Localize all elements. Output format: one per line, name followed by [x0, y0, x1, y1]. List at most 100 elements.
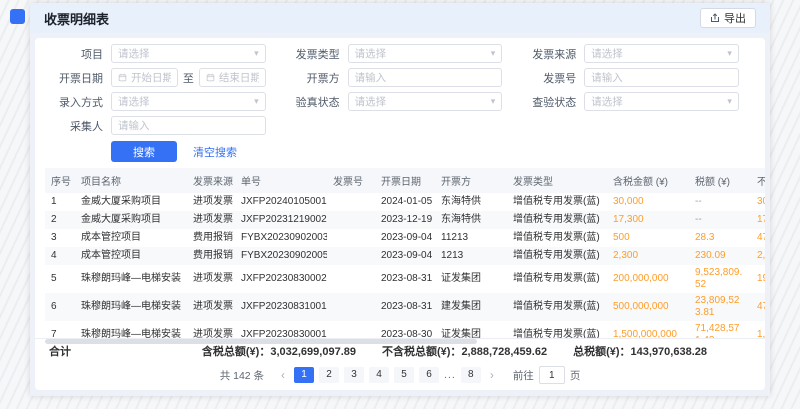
- filter-field-project: 项目请选择▾: [45, 44, 282, 63]
- export-button[interactable]: 导出: [700, 8, 756, 28]
- filter-actions: 搜索 清空搜索: [35, 140, 765, 168]
- report-card: 项目请选择▾发票类型请选择▾发票来源请选择▾开票日期开始日期至结束日期开票方请输…: [35, 38, 765, 390]
- page-button-6[interactable]: 6: [419, 367, 439, 383]
- table-row: 1金威大厦采购项目进项发票JXFP202401050012024-01-05东海…: [45, 193, 765, 211]
- filter-label: 采集人: [45, 118, 103, 134]
- goto-page: 前往页: [513, 366, 581, 384]
- table-row: 7珠穆朗玛峰—电梯安装进项发票JXFP202308300012023-08-30…: [45, 321, 765, 338]
- table-cell: 5: [45, 265, 75, 293]
- table-cell: 1,428,571,428.57: [751, 321, 765, 338]
- table-cell: 30,000: [607, 193, 689, 211]
- table-cell: 30,000: [751, 193, 765, 211]
- table-cell: 2,300: [607, 247, 689, 265]
- summary-totals: 含税总额(¥)：3,032,699,097.89不含税总额(¥)：2,888,7…: [202, 343, 751, 359]
- column-header: 税额 (¥): [689, 168, 751, 193]
- page-button-8[interactable]: 8: [461, 367, 481, 383]
- table-cell: 230.09: [689, 247, 751, 265]
- table-cell: 1: [45, 193, 75, 211]
- chevron-down-icon: ▾: [727, 48, 732, 59]
- verify-status-select[interactable]: 请选择▾: [348, 92, 503, 111]
- table-cell: 4: [45, 247, 75, 265]
- column-header: 开票方: [435, 168, 507, 193]
- filter-field-check-status: 查验状态请选择▾: [518, 92, 755, 111]
- project-select[interactable]: 请选择▾: [111, 44, 266, 63]
- entry-method-select[interactable]: 请选择▾: [111, 92, 266, 111]
- chevron-down-icon: ▾: [491, 48, 496, 59]
- table-cell: 证发集团: [435, 265, 507, 293]
- page-button-2[interactable]: 2: [319, 367, 339, 383]
- invoice-type-select[interactable]: 请选择▾: [348, 44, 503, 63]
- page-title: 收票明细表: [44, 9, 109, 28]
- table-cell: 1,500,000,000: [607, 321, 689, 338]
- scrollbar-thumb[interactable]: [45, 339, 477, 344]
- column-header: 项目名称: [75, 168, 187, 193]
- chevron-down-icon: ▾: [254, 96, 259, 107]
- filter-label: 发票类型: [282, 46, 340, 62]
- goto-page-input[interactable]: [539, 366, 565, 384]
- table-cell: 500: [607, 229, 689, 247]
- page-button-3[interactable]: 3: [344, 367, 364, 383]
- filter-label: 验真状态: [282, 94, 340, 110]
- table-cell: JXFP20230830002: [235, 265, 327, 293]
- table-cell: 2023-08-30: [375, 321, 435, 338]
- table-cell: 2023-12-19: [375, 211, 435, 229]
- table-cell: 2023-09-04: [375, 229, 435, 247]
- column-header: 含税金额 (¥): [607, 168, 689, 193]
- horizontal-scrollbar[interactable]: [45, 339, 741, 344]
- page-button-4[interactable]: 4: [369, 367, 389, 383]
- end-date-input[interactable]: 结束日期: [199, 68, 266, 87]
- table-cell: FYBX20230902003: [235, 229, 327, 247]
- page-button-1[interactable]: 1: [294, 367, 314, 383]
- table-cell: 建发集团: [435, 293, 507, 321]
- column-header: 单号: [235, 168, 327, 193]
- search-button[interactable]: 搜索: [111, 141, 177, 162]
- app-logo: [10, 9, 25, 24]
- table-cell: [327, 193, 375, 211]
- desktop-background: 收票明细表 导出 项目请选择▾发票类型请选择▾发票来源请选择▾开票日期开始日期至…: [0, 0, 800, 409]
- clear-search-button[interactable]: 清空搜索: [193, 144, 237, 160]
- filter-field-invoice-date: 开票日期开始日期至结束日期: [45, 68, 282, 87]
- check-status-select[interactable]: 请选择▾: [584, 92, 739, 111]
- table-cell: 成本管控项目: [75, 247, 187, 265]
- table-cell: 2024-01-05: [375, 193, 435, 211]
- table-header-row: 序号项目名称发票来源单号发票号开票日期开票方发票类型含税金额 (¥)税额 (¥)…: [45, 168, 765, 193]
- calendar-icon: [206, 73, 215, 82]
- prev-page-button[interactable]: ‹: [277, 367, 289, 383]
- column-header: 开票日期: [375, 168, 435, 193]
- table-cell: 1213: [435, 247, 507, 265]
- table-cell: 500,000,000: [607, 293, 689, 321]
- start-date-input[interactable]: 开始日期: [111, 68, 178, 87]
- table-cell: 东海特供: [435, 211, 507, 229]
- filter-field-verify-status: 验真状态请选择▾: [282, 92, 519, 111]
- filter-label: 发票号: [518, 70, 576, 86]
- table-cell: 23,809,523.81: [689, 293, 751, 321]
- table-cell: JXFP20230831001: [235, 293, 327, 321]
- invoice-number-input[interactable]: 请输入: [584, 68, 739, 87]
- filter-label: 开票方: [282, 70, 340, 86]
- page-button-5[interactable]: 5: [394, 367, 414, 383]
- table-cell: 17,300: [751, 211, 765, 229]
- column-header: 序号: [45, 168, 75, 193]
- table-cell: 6: [45, 293, 75, 321]
- issuer-input[interactable]: 请输入: [348, 68, 503, 87]
- table-cell: 珠穆朗玛峰—电梯安装: [75, 293, 187, 321]
- invoice-table: 序号项目名称发票来源单号发票号开票日期开票方发票类型含税金额 (¥)税额 (¥)…: [45, 168, 765, 338]
- summary-total: 不含税总额(¥)：2,888,728,459.62: [382, 343, 547, 359]
- page-header: 收票明细表 导出: [30, 3, 770, 33]
- table-row: 5珠穆朗玛峰—电梯安装进项发票JXFP202308300022023-08-31…: [45, 265, 765, 293]
- table-row: 4成本管控项目费用报销FYBX202309020052023-09-041213…: [45, 247, 765, 265]
- filter-field-issuer: 开票方请输入: [282, 68, 519, 87]
- table-cell: 9,523,809.52: [689, 265, 751, 293]
- table-cell: JXFP20231219002: [235, 211, 327, 229]
- table-cell: 476,190,476.19: [751, 293, 765, 321]
- next-page-button[interactable]: ›: [486, 367, 498, 383]
- invoice-source-select[interactable]: 请选择▾: [584, 44, 739, 63]
- calendar-icon: [118, 73, 127, 82]
- column-header: 发票类型: [507, 168, 607, 193]
- collector-input[interactable]: 请输入: [111, 116, 266, 135]
- table-cell: 增值税专用发票(蓝): [507, 293, 607, 321]
- invoice-date-range: 开始日期至结束日期: [111, 68, 266, 87]
- table-row: 6珠穆朗玛峰—电梯安装进项发票JXFP202308310012023-08-31…: [45, 293, 765, 321]
- chevron-down-icon: ▾: [727, 96, 732, 107]
- table-cell: [327, 321, 375, 338]
